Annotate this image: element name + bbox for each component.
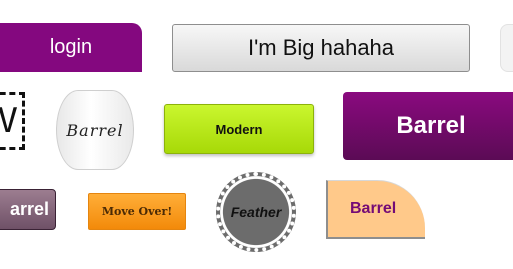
dashed-border-button[interactable]: V <box>0 92 25 150</box>
im-big-label: I'm Big hahaha <box>247 35 395 60</box>
feather-gear-button[interactable]: Feather <box>216 172 296 252</box>
modern-label: Modern <box>215 121 263 137</box>
barrel-white-button[interactable]: Barrel <box>56 90 134 170</box>
login-label: login <box>49 36 93 58</box>
login-button[interactable]: login <box>0 23 142 72</box>
modern-button[interactable]: Modern <box>164 104 314 154</box>
barrel-white-label: Barrel <box>66 120 124 140</box>
barrel-mauve-button[interactable]: arrel <box>0 189 56 230</box>
partial-right-button[interactable] <box>500 24 513 72</box>
barrel-purple-button[interactable]: Barrel <box>343 92 513 160</box>
barrel-purple-label: Barrel <box>396 112 466 139</box>
im-big-button[interactable]: I'm Big hahaha <box>172 24 470 72</box>
dashed-button-label: V <box>0 101 18 141</box>
barrel-peach-label: Barrel <box>350 200 397 217</box>
barrel-peach-button[interactable]: Barrel <box>326 180 425 239</box>
feather-label: Feather <box>230 204 282 220</box>
move-over-button[interactable]: Move Over! <box>88 193 186 230</box>
move-over-label: Move Over! <box>101 205 173 218</box>
barrel-mauve-label: arrel <box>9 199 49 219</box>
